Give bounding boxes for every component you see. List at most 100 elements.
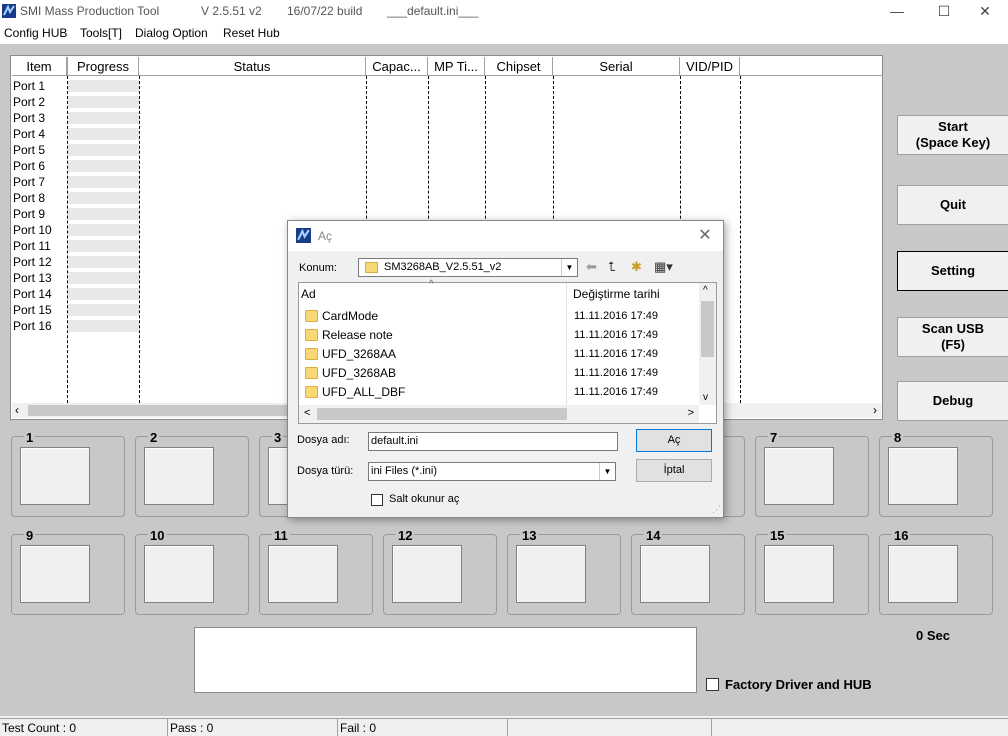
dialog-close-icon[interactable]: ✕ [693,226,717,246]
factory-driver-checkbox[interactable] [706,678,719,691]
folder-icon [305,329,318,341]
port-row-label[interactable]: Port 14 [13,286,52,302]
port-row-label[interactable]: Port 9 [13,206,45,222]
slot-number: 8 [892,430,904,445]
port-row-label[interactable]: Port 3 [13,110,45,126]
minimize-button[interactable]: — [874,0,920,22]
port-progress-bar [68,96,139,109]
log-box[interactable] [194,627,697,693]
port-row-label[interactable]: Port 8 [13,190,45,206]
port-row-label[interactable]: Port 16 [13,318,52,334]
port-list-hscroll-thumb[interactable] [28,405,288,416]
port-row-label[interactable]: Port 1 [13,78,45,94]
scroll-down-icon[interactable]: v [703,392,708,403]
slot-indicator[interactable] [20,447,90,505]
port-progress-bar [68,176,139,189]
file-list-item[interactable]: UFD_ALL_DBF 11.11.2016 17:49 [305,383,705,402]
menu-config-hub[interactable]: Config HUB [4,26,67,40]
scroll-left-icon[interactable]: < [304,407,310,419]
back-icon[interactable]: ⬅ [586,259,597,275]
scroll-right-icon[interactable]: > [688,407,694,419]
setting-button[interactable]: Setting [897,251,1008,291]
col-chipset[interactable]: Chipset [485,57,553,76]
port-progress-bar [68,256,139,269]
file-list-header-date[interactable]: Değiştirme tarihi [573,287,660,301]
start-button[interactable]: Start (Space Key) [897,115,1008,155]
port-row-label[interactable]: Port 15 [13,302,52,318]
slot-indicator[interactable] [640,545,710,603]
slot-indicator[interactable] [268,545,338,603]
menu-reset-hub[interactable]: Reset Hub [223,26,280,40]
slot-indicator[interactable] [888,545,958,603]
port-row-label[interactable]: Port 2 [13,94,45,110]
file-list-hscroll-thumb[interactable] [317,408,567,420]
file-list-item[interactable]: Release note 11.11.2016 17:49 [305,326,705,345]
cancel-button[interactable]: İptal [636,459,712,482]
view-menu-icon[interactable]: ▦▾ [654,259,673,275]
slot-indicator[interactable] [888,447,958,505]
filename-input[interactable]: default.ini [368,432,618,451]
slot-15: 15 [755,529,869,615]
slot-indicator[interactable] [392,545,462,603]
scroll-left-arrow-icon[interactable]: ‹ [15,403,19,418]
status-test-count: Test Count : 0 [0,718,167,736]
open-button[interactable]: Aç [636,429,712,452]
port-row-label[interactable]: Port 7 [13,174,45,190]
file-list-vscroll-thumb[interactable] [701,301,714,357]
slot-indicator[interactable] [144,545,214,603]
col-mp-time[interactable]: MP Ti... [428,57,485,76]
col-capacity[interactable]: Capac... [366,57,428,76]
file-list-item[interactable]: UFD_3268AB 11.11.2016 17:49 [305,364,705,383]
menu-dialog-option[interactable]: Dialog Option [135,26,208,40]
file-list-header-name[interactable]: Ad [301,287,316,301]
port-row-label[interactable]: Port 12 [13,254,52,270]
chevron-down-icon[interactable]: ▼ [561,259,577,276]
scroll-up-icon[interactable]: ^ [703,285,708,296]
scan-usb-button[interactable]: Scan USB (F5) [897,317,1008,357]
file-date: 11.11.2016 17:49 [574,348,659,360]
file-date: 11.11.2016 17:49 [574,329,659,341]
resize-grip-icon[interactable]: ⋰ [712,504,721,515]
file-list-item[interactable]: CardMode 11.11.2016 17:49 [305,307,705,326]
port-progress-bar [68,208,139,221]
debug-button[interactable]: Debug [897,381,1008,421]
port-row-label[interactable]: Port 6 [13,158,45,174]
col-vid-pid[interactable]: VID/PID [680,57,740,76]
slot-indicator[interactable] [764,447,834,505]
port-row-label[interactable]: Port 10 [13,222,52,238]
maximize-button[interactable]: ☐ [921,0,967,22]
up-folder-icon[interactable]: ⮤ [608,259,616,275]
menu-tools[interactable]: Tools[T] [80,26,122,40]
close-button[interactable]: ✕ [962,0,1008,22]
slot-indicator[interactable] [516,545,586,603]
port-row-label[interactable]: Port 13 [13,270,52,286]
location-select[interactable]: SM3268AB_V2.5.51_v2 ▼ [358,258,578,277]
chevron-down-icon[interactable]: ▼ [599,463,615,480]
readonly-checkbox[interactable] [371,494,383,506]
file-list-hscrollbar[interactable]: < > [299,405,699,423]
folder-icon [365,262,378,273]
file-list-vscrollbar[interactable]: ^ v [699,283,716,405]
file-list[interactable]: ^ Ad Değiştirme tarihi CardMode 11.11.201… [298,279,717,424]
new-folder-icon[interactable]: ✱ [631,259,642,275]
col-serial[interactable]: Serial [553,57,680,76]
port-row-label[interactable]: Port 4 [13,126,45,142]
col-item[interactable]: Item [12,57,67,76]
col-status[interactable]: Status [139,57,366,76]
port-row-label[interactable]: Port 11 [13,238,51,254]
file-list-item[interactable]: UFD_3268AA 11.11.2016 17:49 [305,345,705,364]
slot-indicator[interactable] [20,545,90,603]
filetype-select[interactable]: ini Files (*.ini) ▼ [368,462,616,481]
folder-icon [305,367,318,379]
port-progress-bar [68,272,139,285]
filetype-value: ini Files (*.ini) [371,465,438,477]
scroll-right-arrow-icon[interactable]: › [873,403,877,418]
folder-icon [305,386,318,398]
quit-button[interactable]: Quit [897,185,1008,225]
port-row-label[interactable]: Port 5 [13,142,45,158]
col-progress[interactable]: Progress [67,57,139,76]
slot-indicator[interactable] [144,447,214,505]
slot-indicator[interactable] [764,545,834,603]
app-build: 16/07/22 build [287,4,363,18]
sort-ascending-icon: ^ [429,279,434,290]
